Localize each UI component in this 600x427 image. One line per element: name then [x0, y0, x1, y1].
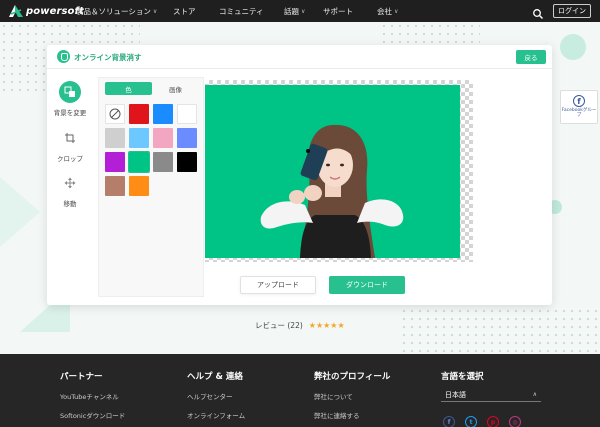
swatch-gray[interactable]	[153, 152, 173, 172]
nav-products[interactable]: 製品＆ソリューション ∨	[76, 0, 157, 22]
footer-heading: 言語を選択	[441, 372, 484, 382]
download-button[interactable]: ダウンロード	[329, 276, 405, 294]
footer-language: 言語を選択 日本語 ∧	[441, 370, 541, 402]
review-count: レビュー (22)	[255, 321, 303, 330]
nav-store-label: ストア	[173, 6, 196, 16]
upload-button[interactable]: アップロード	[240, 276, 316, 294]
nav-store[interactable]: ストア	[173, 0, 196, 22]
nav-topics-label: 話題	[284, 6, 299, 16]
footer-link[interactable]: YouTubeチャンネル	[60, 391, 125, 401]
nav-company-label: 会社	[377, 6, 392, 16]
star-rating[interactable]: ★★★★★	[309, 321, 345, 330]
nav-topics[interactable]: 話題 ∨	[284, 0, 305, 22]
brand-logo[interactable]: powersoft	[8, 0, 84, 22]
decorative-circle	[560, 34, 586, 60]
facebook-icon: f	[573, 95, 585, 107]
facebook-icon[interactable]: f	[443, 416, 455, 427]
top-navigation: powersoft 製品＆ソリューション ∨ ストア コミュニティ 話題 ∨ サポー…	[0, 0, 600, 22]
swatch-white[interactable]	[177, 104, 197, 124]
swatch-red[interactable]	[129, 104, 149, 124]
footer: パートナー YouTubeチャンネル Softonicダウンロード ヘルプ & …	[0, 354, 600, 427]
footer-link[interactable]: オンラインフォーム	[187, 410, 245, 420]
swatch-light-gray[interactable]	[105, 128, 125, 148]
swatch-purple[interactable]	[105, 152, 125, 172]
facebook-group-link[interactable]: f Facebookグループ	[560, 90, 598, 124]
swatch-none[interactable]	[105, 104, 125, 124]
decorative-triangle	[0, 177, 40, 247]
swatch-green[interactable]	[128, 151, 150, 173]
pinterest-icon[interactable]: p	[487, 416, 499, 427]
facebook-group-label: Facebookグループ	[561, 108, 597, 118]
tool-move[interactable]: 移動	[47, 172, 93, 208]
image-canvas[interactable]	[205, 80, 473, 262]
tool-label: クロップ	[57, 155, 83, 163]
swatch-sky-blue[interactable]	[129, 128, 149, 148]
footer-heading: 弊社のプロフィール	[314, 372, 391, 382]
color-panel: 色 画像	[98, 77, 204, 297]
nav-community[interactable]: コミュニティ	[219, 0, 264, 22]
move-icon	[59, 172, 81, 194]
footer-partner: パートナー YouTubeチャンネル Softonicダウンロード	[60, 370, 125, 420]
review-summary: レビュー (22) ★★★★★	[255, 320, 345, 331]
dot-pattern	[400, 307, 600, 352]
panel-tabs: 色 画像	[105, 82, 199, 95]
tool-label: 移動	[63, 200, 77, 208]
twitter-icon[interactable]: t	[465, 416, 477, 427]
search-icon[interactable]	[532, 5, 544, 19]
nav-support-label: サポート	[323, 6, 353, 16]
login-button[interactable]: ログイン	[553, 4, 591, 18]
instagram-icon[interactable]: ◎	[509, 416, 521, 427]
editor-card: オンライン背景消す 戻る 背景を変更 クロップ 移動 色 画像 アップロード ダ…	[47, 45, 552, 305]
swatch-pink[interactable]	[153, 128, 173, 148]
chevron-up-icon: ∧	[532, 391, 537, 398]
footer-help: ヘルプ & 連絡 ヘルプセンター オンラインフォーム	[187, 370, 245, 420]
footer-company: 弊社のプロフィール 弊社について 弊社に連絡する	[314, 370, 390, 420]
chevron-down-icon: ∨	[301, 7, 306, 15]
woman-selfie-photo	[260, 124, 404, 258]
background-change-icon	[59, 81, 81, 103]
swatch-orange[interactable]	[129, 176, 149, 196]
nav-support[interactable]: サポート	[323, 0, 353, 22]
language-select[interactable]: 日本語 ∧	[441, 388, 541, 402]
swatch-blue[interactable]	[153, 104, 173, 124]
tab-image[interactable]: 画像	[152, 82, 199, 95]
footer-link[interactable]: 弊社に連絡する	[314, 410, 390, 420]
tab-color[interactable]: 色	[105, 82, 152, 95]
swatch-tan[interactable]	[105, 176, 125, 196]
crop-icon	[59, 127, 81, 149]
shield-icon	[57, 50, 70, 63]
nav-products-label: 製品＆ソリューション	[76, 6, 151, 16]
footer-link[interactable]: 弊社について	[314, 391, 390, 401]
footer-heading: パートナー	[60, 372, 103, 382]
chevron-down-icon: ∨	[394, 7, 399, 15]
editor-title: オンライン背景消す	[74, 53, 142, 62]
nav-company[interactable]: 会社 ∨	[377, 0, 398, 22]
chevron-down-icon: ∨	[152, 7, 158, 15]
swatch-periwinkle[interactable]	[177, 128, 197, 148]
back-button[interactable]: 戻る	[516, 50, 546, 64]
apowersoft-logo-icon	[8, 4, 24, 18]
tool-label: 背景を変更	[53, 109, 87, 117]
preview-image	[205, 85, 460, 258]
tool-crop[interactable]: クロップ	[47, 127, 93, 163]
tool-change-background[interactable]: 背景を変更	[47, 81, 93, 117]
swatch-black[interactable]	[177, 152, 197, 172]
nav-community-label: コミュニティ	[219, 6, 264, 16]
editor-header: オンライン背景消す 戻る	[47, 45, 552, 69]
footer-heading: ヘルプ & 連絡	[187, 372, 243, 382]
no-color-icon	[109, 108, 121, 120]
footer-link[interactable]: Softonicダウンロード	[60, 410, 125, 420]
language-value: 日本語	[445, 390, 466, 399]
footer-link[interactable]: ヘルプセンター	[187, 391, 245, 401]
